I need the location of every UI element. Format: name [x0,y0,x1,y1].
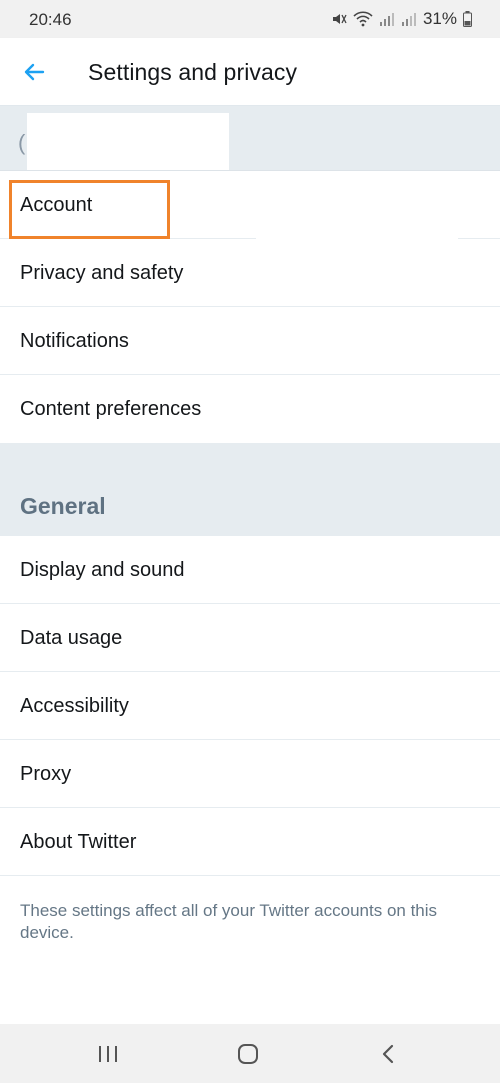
menu-item-display-and-sound[interactable]: Display and sound [0,536,500,604]
section-header-general: General [0,443,500,536]
wifi-icon [353,11,373,27]
page-title: Settings and privacy [88,59,298,85]
menu-item-label: Content preferences [20,398,202,420]
status-time: 20:46 [29,10,72,29]
account-header: ( [0,106,500,171]
battery-icon [463,11,472,27]
menu-item-accessibility[interactable]: Accessibility [0,672,500,740]
menu-item-label: Proxy [20,763,72,785]
account-username: ( [18,130,26,155]
battery-percent: 31% [422,9,457,28]
section-title: General [20,493,106,519]
menu-item-label: Account [20,194,93,216]
menu-item-account[interactable]: Account [0,171,500,241]
menu-item-label: Data usage [20,627,123,649]
back-chevron-icon [382,1044,394,1064]
mute-icon [331,11,347,27]
signal-icon [379,11,395,27]
back-button[interactable] [14,54,54,90]
app-bar: Settings and privacy [0,38,500,106]
menu-item-label: Notifications [20,330,129,352]
menu-item-data-usage[interactable]: Data usage [0,604,500,672]
status-icons: 31% [331,9,472,29]
menu-item-proxy[interactable]: Proxy [0,740,500,808]
signal-icon [401,11,417,27]
menu-item-label: Accessibility [20,695,129,717]
menu-item-about-twitter[interactable]: About Twitter [0,808,500,876]
menu-item-privacy-and-safety[interactable]: Privacy and safety [0,239,500,307]
status-bar: 20:46 31% [0,0,500,38]
menu-item-label: About Twitter [20,831,137,853]
system-nav-bar [0,1024,500,1083]
home-icon [238,1044,258,1064]
home-button[interactable] [228,1038,268,1070]
recents-button[interactable] [88,1038,128,1070]
menu-item-label: Privacy and safety [20,262,184,284]
menu-item-notifications[interactable]: Notifications [0,307,500,375]
system-back-button[interactable] [368,1038,408,1070]
arrow-left-icon [24,63,45,81]
menu-item-content-preferences[interactable]: Content preferences [0,375,500,443]
menu-item-label: Display and sound [20,559,185,581]
redaction-box [27,113,229,170]
footer-note: These settings affect all of your Twitte… [20,901,438,942]
recents-icon [99,1046,117,1062]
